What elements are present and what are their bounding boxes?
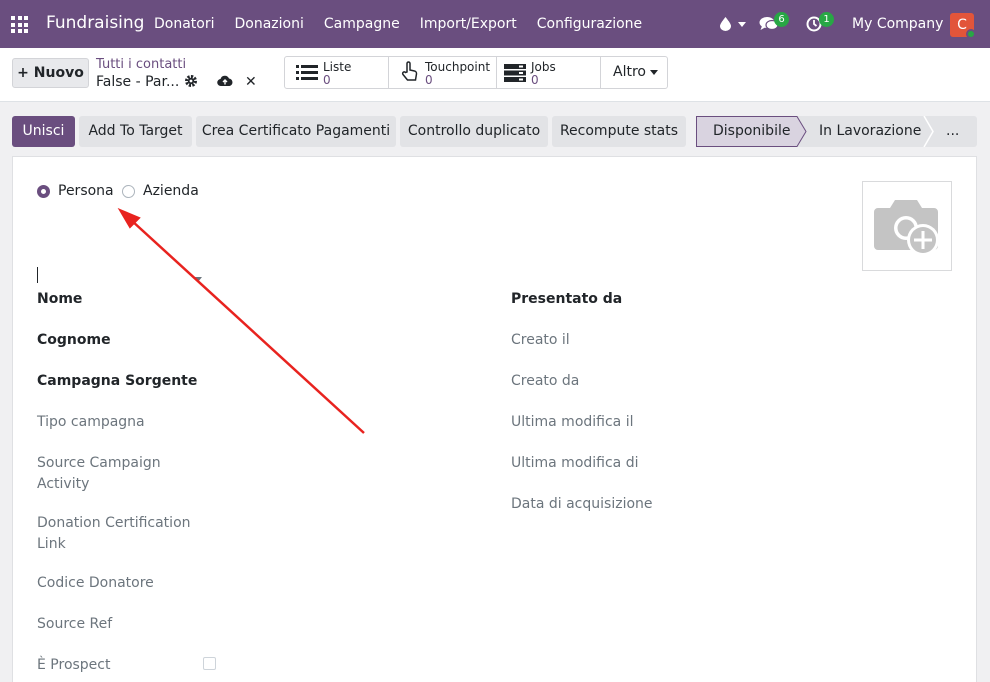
smart-buttons: Liste 0 Touchpoint 0 Jobs 0 Altro: [284, 56, 668, 89]
online-status-icon: [966, 29, 976, 39]
chat-count-badge: 6: [774, 12, 789, 27]
form-sheet: [12, 156, 977, 682]
label-creato-da: Creato da: [511, 373, 580, 389]
create-payment-certificate-button[interactable]: Crea Certificato Pagamenti: [196, 116, 396, 147]
chevron-down-icon[interactable]: [738, 22, 746, 27]
label-ultima-modifica-il: Ultima modifica il: [511, 414, 634, 430]
label-nome: Nome: [37, 291, 83, 307]
server-icon: [504, 64, 526, 82]
status-bar: Disponibile In Lavorazione ...: [696, 116, 977, 147]
label-data-acquisizione: Data di acquisizione: [511, 496, 653, 512]
text-cursor: [37, 267, 38, 283]
smart-value: 0: [425, 73, 433, 87]
add-to-target-button[interactable]: Add To Target: [79, 116, 192, 147]
menu-campagne[interactable]: Campagne: [324, 16, 400, 32]
gear-icon[interactable]: [184, 74, 198, 88]
merge-button[interactable]: Unisci: [12, 116, 75, 147]
more-button[interactable]: Altro: [601, 57, 667, 88]
label-source-campaign-activity: Source Campaign Activity: [37, 455, 161, 492]
new-button[interactable]: + Nuovo: [12, 58, 89, 88]
radio-azienda[interactable]: [122, 185, 135, 198]
label-cognome: Cognome: [37, 332, 111, 348]
avatar-upload[interactable]: [862, 181, 952, 271]
breadcrumb-parent[interactable]: Tutti i contatti: [96, 57, 186, 72]
main-menu: Donatori Donazioni Campagne Import/Expor…: [154, 16, 662, 32]
menu-donazioni[interactable]: Donazioni: [235, 16, 304, 32]
stage-in-progress[interactable]: In Lavorazione: [819, 116, 921, 147]
smart-value: 0: [531, 73, 539, 87]
list-icon: [296, 65, 318, 80]
new-button-label: Nuovo: [33, 65, 84, 81]
label-tipo-campagna: Tipo campagna: [37, 414, 145, 430]
label-ultima-modifica-di: Ultima modifica di: [511, 455, 639, 471]
plus-icon: +: [17, 65, 29, 81]
smart-label: Liste: [323, 60, 352, 74]
smart-button-touchpoint[interactable]: Touchpoint 0: [389, 57, 497, 88]
app-name[interactable]: Fundraising: [46, 13, 144, 33]
menu-import-export[interactable]: Import/Export: [420, 16, 517, 32]
label-creato-il: Creato il: [511, 332, 570, 348]
activity-count-badge: 1: [819, 12, 834, 27]
smart-value: 0: [323, 73, 331, 87]
label-donation-certification-link: Donation Certification Link: [37, 515, 191, 552]
stage-more[interactable]: ...: [946, 116, 959, 147]
hand-pointer-icon: [401, 61, 418, 81]
radio-persona-label[interactable]: Persona: [58, 183, 114, 199]
cloud-upload-icon[interactable]: [217, 75, 233, 87]
droplet-icon[interactable]: [720, 17, 731, 31]
recompute-stats-button[interactable]: Recompute stats: [552, 116, 686, 147]
company-switcher[interactable]: My Company: [852, 16, 943, 32]
more-label: Altro: [613, 64, 646, 80]
label-presentato-da: Presentato da: [511, 291, 623, 307]
apps-grid-icon[interactable]: [11, 16, 28, 33]
caret-down-icon: [649, 69, 658, 75]
caret-down-icon[interactable]: [194, 277, 202, 282]
top-navbar: Fundraising Donatori Donazioni Campagne …: [0, 0, 990, 48]
menu-configurazione[interactable]: Configurazione: [537, 16, 642, 32]
close-icon[interactable]: ✕: [245, 74, 257, 90]
radio-persona[interactable]: [37, 185, 50, 198]
breadcrumb-current: False - Par...: [96, 74, 180, 90]
smart-label: Jobs: [531, 60, 556, 74]
label-e-prospect: È Prospect: [37, 657, 111, 673]
stage-available[interactable]: Disponibile: [713, 116, 790, 147]
smart-label: Touchpoint: [425, 60, 491, 74]
label-campagna-sorgente: Campagna Sorgente: [37, 373, 198, 389]
label-source-ref: Source Ref: [37, 616, 113, 632]
smart-button-jobs[interactable]: Jobs 0: [497, 57, 601, 88]
radio-azienda-label[interactable]: Azienda: [143, 183, 199, 199]
label-codice-donatore: Codice Donatore: [37, 575, 154, 591]
control-panel: + Nuovo Tutti i contatti False - Par... …: [0, 48, 990, 102]
duplicate-check-button[interactable]: Controllo duplicato: [400, 116, 548, 147]
menu-donatori[interactable]: Donatori: [154, 16, 215, 32]
prospect-checkbox[interactable]: [203, 657, 216, 670]
smart-button-liste[interactable]: Liste 0: [285, 57, 389, 88]
camera-plus-icon: [874, 200, 939, 256]
